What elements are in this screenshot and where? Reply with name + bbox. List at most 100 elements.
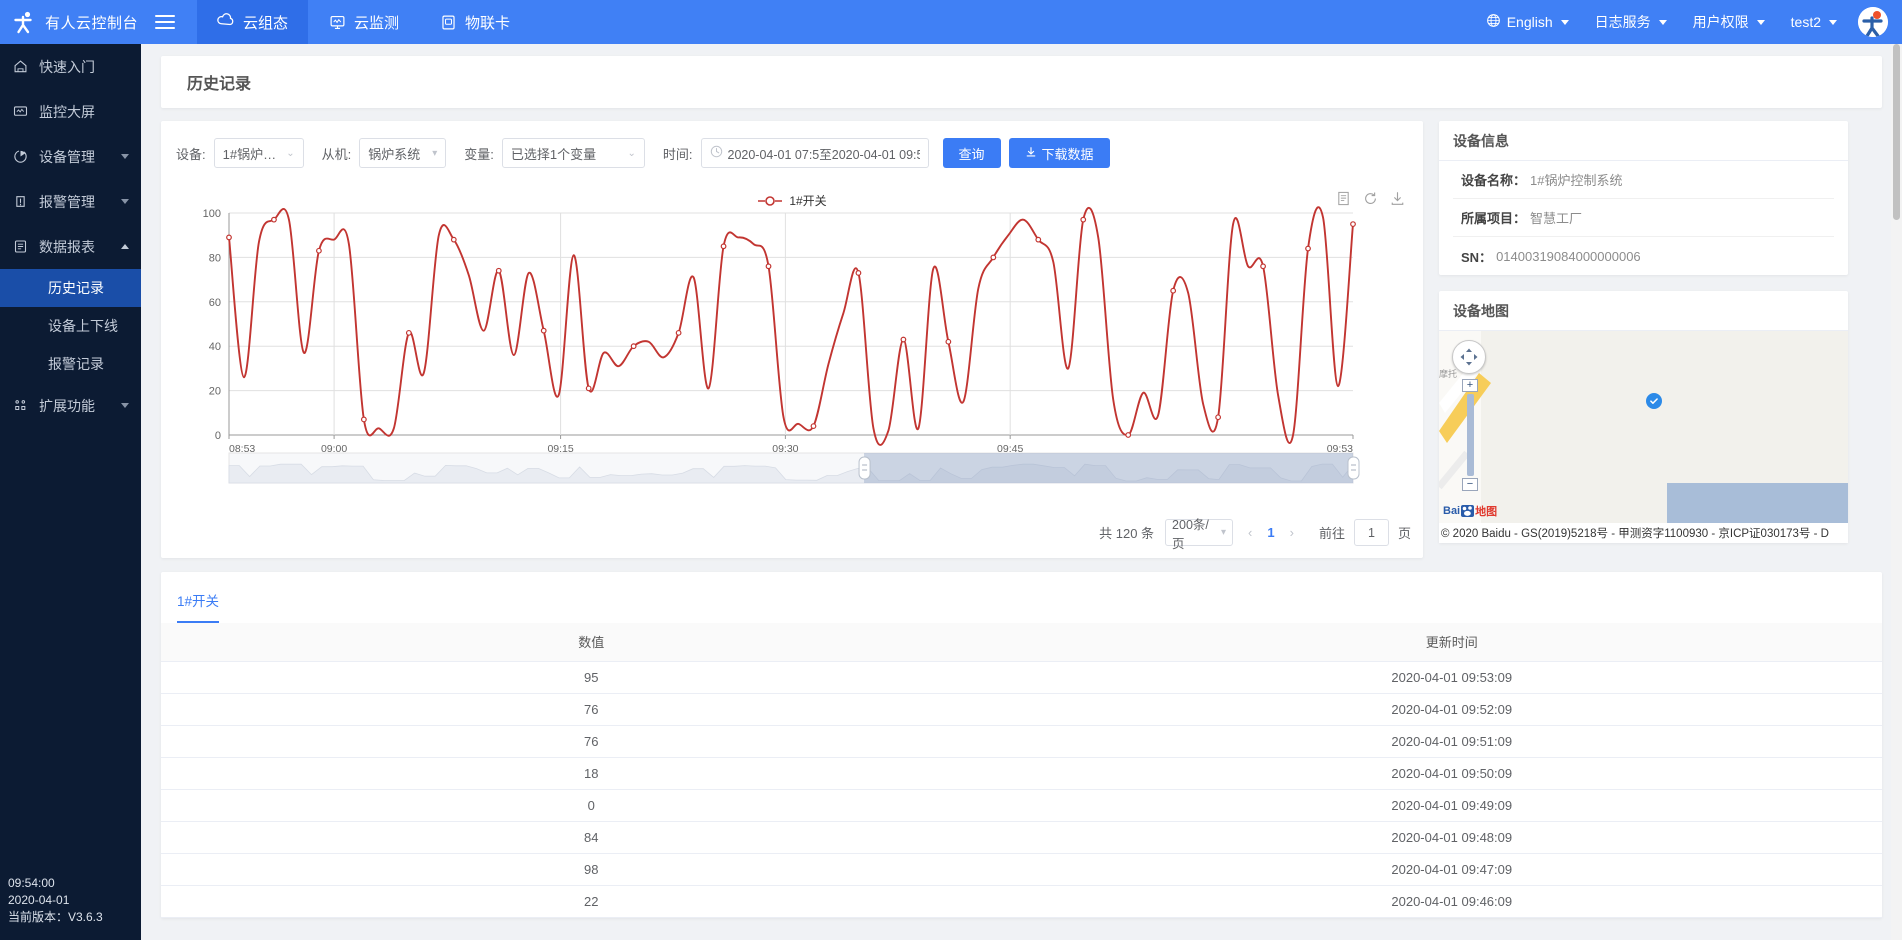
chart-data-point[interactable] bbox=[1125, 432, 1132, 438]
chart-data-point[interactable] bbox=[900, 336, 907, 343]
table-row: 95 2020-04-01 09:53:09 bbox=[161, 661, 1882, 694]
baidu-map[interactable]: 摩托 + − Bai 地图 bbox=[1439, 331, 1848, 523]
table-tabs: 1#开关 bbox=[161, 572, 1882, 623]
map-zoom-out-button[interactable]: − bbox=[1462, 478, 1478, 491]
sidebar-subitem-alarm-records[interactable]: 报警记录 bbox=[0, 345, 141, 383]
page-number-1[interactable]: 1 bbox=[1267, 525, 1274, 540]
data-view-icon[interactable] bbox=[1336, 191, 1351, 206]
page-jump-input[interactable] bbox=[1353, 519, 1389, 546]
log-service-menu[interactable]: 日志服务 bbox=[1582, 0, 1680, 44]
chart-data-point[interactable] bbox=[1350, 221, 1356, 227]
chart-data-point[interactable] bbox=[1215, 414, 1222, 421]
nav-tab-wuliankai[interactable]: 物联卡 bbox=[419, 0, 530, 44]
chart-datazoom[interactable] bbox=[228, 452, 1360, 484]
device-map-card: 设备地图 摩托 + − Bai 地图 © 2020 Baidu - GS(201… bbox=[1439, 291, 1848, 543]
page-size-select[interactable]: 200条/页 ▾ bbox=[1165, 518, 1234, 551]
nav-tab-yunzutai[interactable]: 云组态 bbox=[197, 0, 309, 44]
table-tab-switch1[interactable]: 1#开关 bbox=[177, 590, 220, 623]
next-page-button[interactable]: › bbox=[1284, 525, 1300, 540]
svg-text:80: 80 bbox=[209, 252, 221, 264]
sidebar-item-label: 设备管理 bbox=[39, 148, 95, 165]
chart-data-point[interactable] bbox=[1035, 236, 1042, 243]
user-permission-menu[interactable]: 用户权限 bbox=[1680, 0, 1778, 44]
map-copyright: © 2020 Baidu - GS(2019)5218号 - 甲测资字11009… bbox=[1439, 523, 1848, 543]
cloud-icon bbox=[217, 13, 235, 31]
svg-text:0: 0 bbox=[215, 430, 221, 442]
nav-tab-label: 云监测 bbox=[354, 14, 400, 32]
footer-version: 当前版本：V3.6.3 bbox=[8, 910, 103, 924]
chart-legend[interactable]: 1#开关 bbox=[161, 192, 1423, 209]
chart-data-point[interactable] bbox=[675, 329, 682, 336]
chart-data-point[interactable] bbox=[765, 263, 772, 270]
chart-data-point[interactable] bbox=[271, 216, 277, 223]
history-line-chart[interactable]: 1#开关 02040608010008:5304-0109:00 bbox=[161, 185, 1423, 505]
monitor-icon bbox=[328, 13, 346, 31]
page-scrollbar[interactable] bbox=[1891, 44, 1902, 940]
page-scrollbar-thumb[interactable] bbox=[1893, 44, 1900, 220]
table-row: 18 2020-04-01 09:50:09 bbox=[161, 757, 1882, 790]
chart-data-point[interactable] bbox=[495, 267, 502, 274]
sidebar-subitem-history[interactable]: 历史记录 bbox=[0, 269, 141, 307]
account-menu[interactable]: test2 bbox=[1778, 0, 1850, 44]
map-zoom-in-button[interactable]: + bbox=[1462, 379, 1478, 392]
table-row: 76 2020-04-01 09:51:09 bbox=[161, 725, 1882, 758]
nav-tab-yunjiance[interactable]: 云监测 bbox=[308, 0, 419, 44]
sidebar-item-extensions[interactable]: 扩展功能 bbox=[0, 383, 141, 428]
refresh-icon[interactable] bbox=[1363, 191, 1378, 206]
chart-data-point[interactable] bbox=[226, 234, 232, 241]
chevron-down-icon bbox=[121, 154, 129, 159]
chart-data-point[interactable] bbox=[810, 423, 817, 430]
sidebar-subitem-device-online[interactable]: 设备上下线 bbox=[0, 307, 141, 345]
datazoom-handle[interactable] bbox=[858, 456, 871, 480]
chart-data-point[interactable] bbox=[990, 254, 997, 261]
chart-data-point[interactable] bbox=[1260, 263, 1266, 270]
datazoom-handle[interactable] bbox=[1347, 456, 1360, 480]
chart-data-point[interactable] bbox=[405, 329, 412, 336]
map-pan-control[interactable] bbox=[1452, 340, 1486, 374]
right-column: 设备信息 设备名称： 1#锅炉控制系统 所属项目： 智慧工厂 SN： 01400… bbox=[1439, 121, 1848, 543]
map-zoom-track[interactable] bbox=[1466, 394, 1474, 476]
account-label: test2 bbox=[1790, 14, 1821, 30]
svg-text:20: 20 bbox=[209, 386, 221, 398]
column-header-time: 更新时间 bbox=[1021, 623, 1882, 662]
chart-data-point[interactable] bbox=[630, 343, 637, 350]
sidebar-item-quickstart[interactable]: 快速入门 bbox=[0, 44, 141, 89]
query-button[interactable]: 查询 bbox=[942, 138, 1001, 168]
time-range-input[interactable]: 2020-04-01 07:5至2020-04-01 09:5 bbox=[700, 138, 929, 168]
chart-data-point[interactable] bbox=[540, 327, 547, 334]
sidebar-item-device-mgmt[interactable]: 设备管理 bbox=[0, 134, 141, 179]
chart-data-point[interactable] bbox=[316, 247, 322, 254]
chart-data-point[interactable] bbox=[855, 270, 862, 276]
check-marker-icon[interactable] bbox=[1646, 393, 1662, 409]
chart-canvas[interactable]: 02040608010008:5304-0109:0004-0109:1504-… bbox=[171, 185, 1413, 503]
report-icon bbox=[12, 239, 28, 254]
chart-data-point[interactable] bbox=[1080, 216, 1087, 223]
sidebar-item-alarm-mgmt[interactable]: 报警管理 bbox=[0, 179, 141, 224]
language-switcher[interactable]: English bbox=[1473, 0, 1582, 44]
sn-value: 01400319084000000006 bbox=[1496, 248, 1641, 264]
device-select[interactable]: 1#锅炉控制 ⌄ bbox=[213, 138, 304, 168]
sidebar-item-dashboard[interactable]: 监控大屏 bbox=[0, 89, 141, 134]
save-image-icon[interactable] bbox=[1390, 191, 1405, 206]
hamburger-menu-icon[interactable] bbox=[155, 15, 176, 29]
user-avatar-icon[interactable] bbox=[1858, 7, 1888, 37]
device-select-value: 1#锅炉控制 bbox=[222, 146, 281, 162]
slave-select[interactable]: 锅炉系统 ▾ bbox=[359, 138, 447, 168]
sidebar-item-data-report[interactable]: 数据报表 bbox=[0, 224, 141, 269]
prev-page-button[interactable]: ‹ bbox=[1242, 525, 1258, 540]
chevron-down-icon: ⌄ bbox=[286, 147, 295, 159]
download-data-button[interactable]: 下载数据 bbox=[1008, 138, 1110, 168]
chart-data-point[interactable] bbox=[945, 338, 952, 345]
legend-marker-icon bbox=[757, 195, 783, 207]
chevron-down-icon bbox=[121, 199, 129, 204]
chart-data-point[interactable] bbox=[1305, 245, 1311, 252]
chart-data-point[interactable] bbox=[450, 236, 457, 243]
svg-text:60: 60 bbox=[209, 297, 221, 309]
variable-select[interactable]: 已选择1个变量 ⌄ bbox=[501, 138, 645, 168]
project-value: 智慧工厂 bbox=[1530, 211, 1583, 226]
chart-data-point[interactable] bbox=[720, 243, 727, 250]
chart-data-point[interactable] bbox=[360, 416, 367, 423]
map-zoom-control[interactable]: + − bbox=[1462, 379, 1478, 491]
chart-data-point[interactable] bbox=[585, 385, 592, 392]
chart-data-point[interactable] bbox=[1170, 287, 1177, 294]
